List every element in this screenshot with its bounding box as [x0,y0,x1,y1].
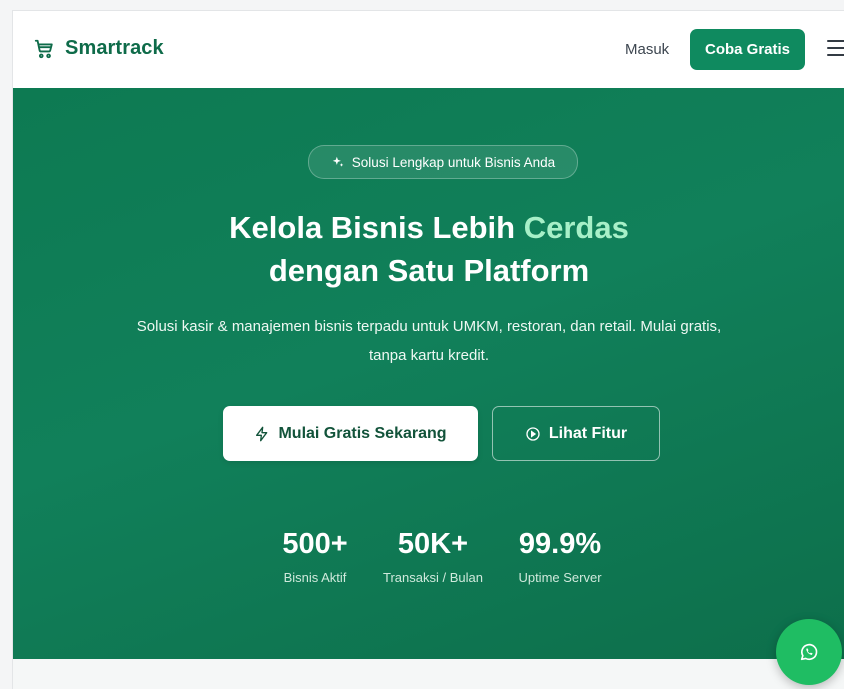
top-navbar: Smartrack Masuk Coba Gratis [13,11,844,89]
page: Smartrack Masuk Coba Gratis Solusi Lengk… [12,10,844,689]
stat-active-businesses: 500+ Bisnis Aktif [250,526,380,585]
start-free-label: Mulai Gratis Sekarang [278,424,447,442]
hero-section: Solusi Lengkap untuk Bisnis Anda Kelola … [13,88,844,659]
stat-label: Uptime Server [518,570,602,585]
sparkles-icon [332,156,344,167]
brand-logo[interactable]: Smartrack [33,37,164,60]
hero-title-line2: dengan Satu Platform [268,253,590,288]
shopping-cart-icon [34,39,53,58]
hero-title-part1: Kelola Bisnis Lebih [229,210,524,245]
stat-value: 500+ [282,528,348,560]
brand-name: Smartrack [65,37,164,59]
stat-value: 50K+ [397,528,469,560]
try-free-button[interactable]: Coba Gratis [690,29,805,70]
stat-transactions: 50K+ Transaksi / Bulan [368,526,498,585]
stat-label: Transaksi / Bulan [383,570,483,585]
hero-title-accent: Cerdas [523,210,629,245]
hero-badge-text: Solusi Lengkap untuk Bisnis Anda [351,154,556,170]
hero-subtitle: Solusi kasir & manajemen bisnis terpadu … [136,318,722,364]
lightning-icon [256,426,268,441]
hero-badge: Solusi Lengkap untuk Bisnis Anda [308,145,578,179]
next-section [13,659,844,689]
hamburger-menu-icon[interactable] [827,40,844,58]
view-features-label: Lihat Fitur [548,424,628,442]
stat-uptime: 99.9% Uptime Server [495,526,625,585]
login-link[interactable]: Masuk [625,41,669,58]
whatsapp-chat-button[interactable] [776,619,842,685]
start-free-button[interactable]: Mulai Gratis Sekarang [223,406,478,461]
hero-title: Kelola Bisnis Lebih Cerdas dengan Satu P… [13,206,844,292]
stat-value: 99.9% [518,528,602,560]
view-features-button[interactable]: Lihat Fitur [492,406,660,461]
stat-label: Bisnis Aktif [283,570,347,585]
whatsapp-icon [800,643,818,661]
play-circle-icon [526,426,540,441]
